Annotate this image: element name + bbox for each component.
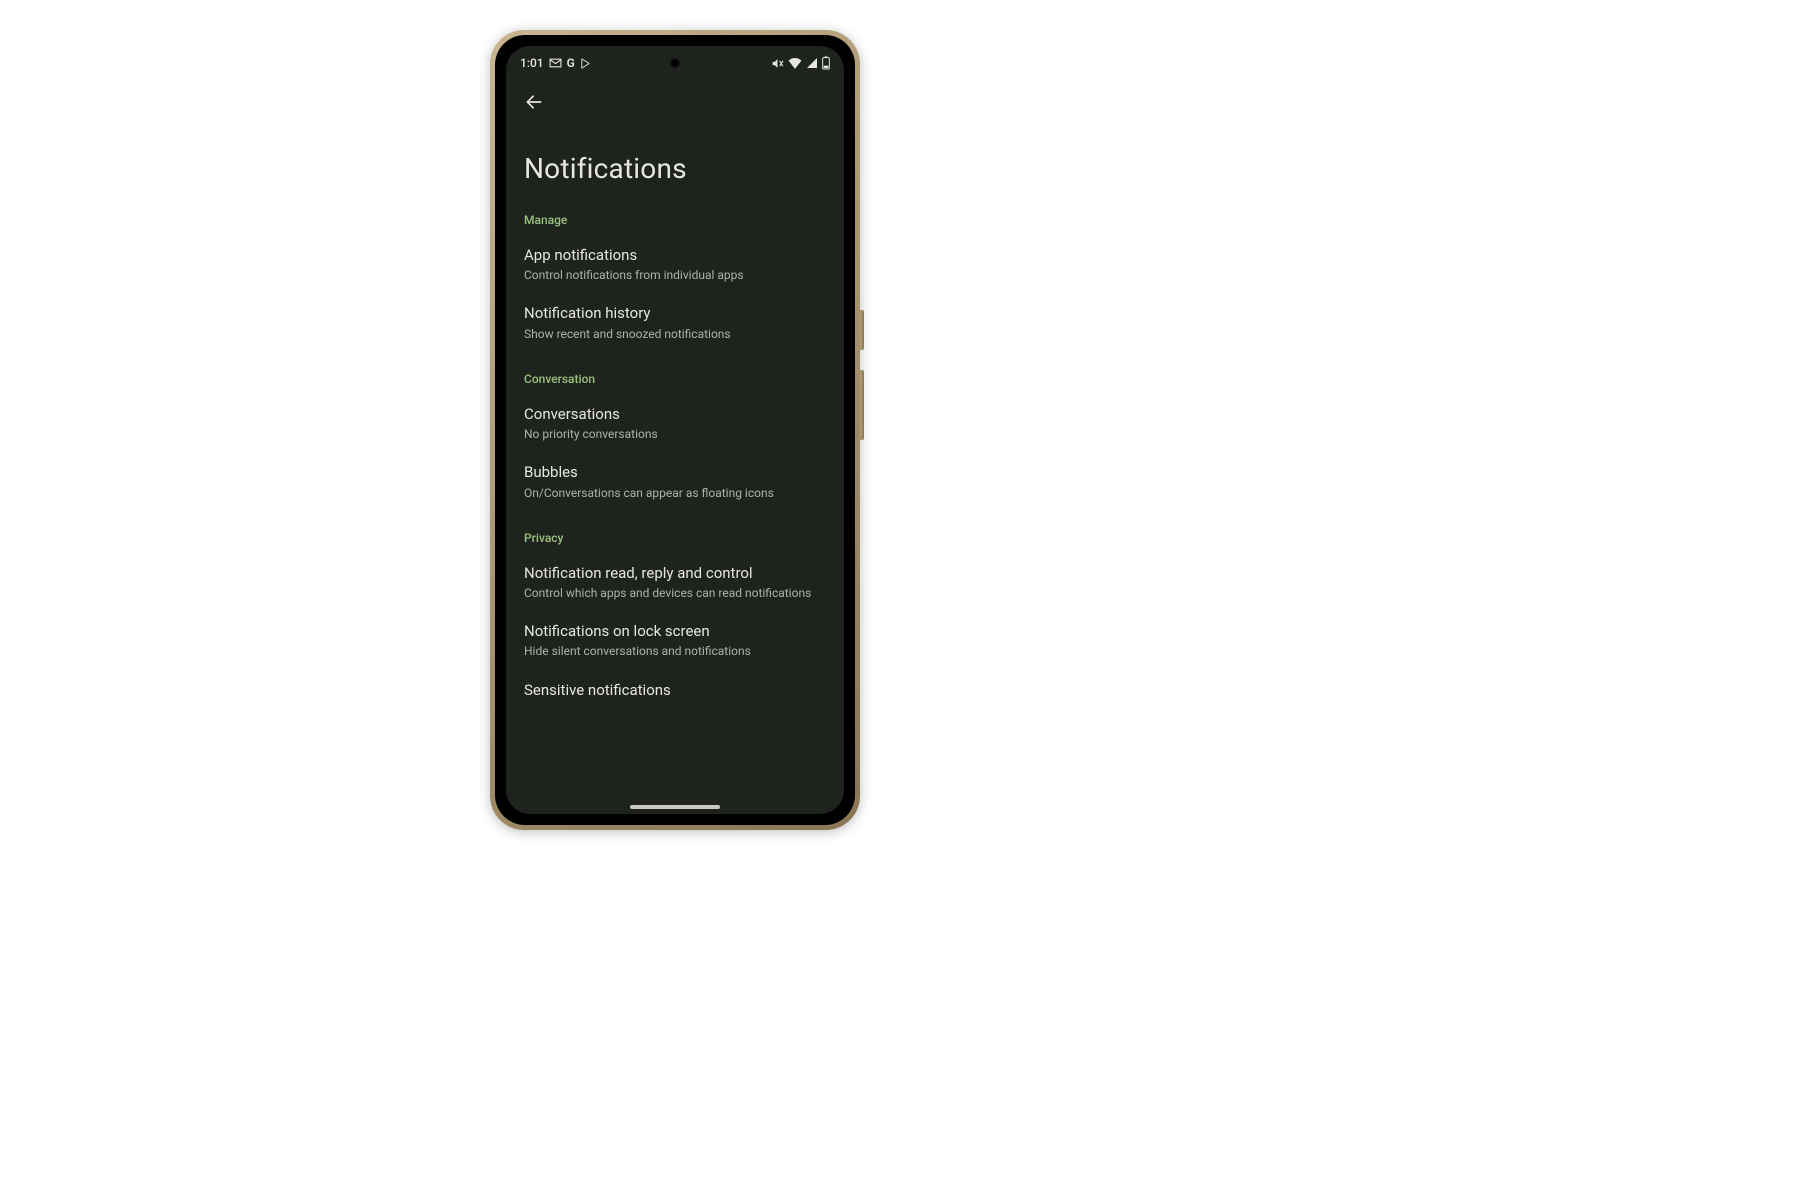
stage: 1:01 G bbox=[0, 0, 1800, 1200]
side-button-volume bbox=[860, 370, 864, 440]
play-icon bbox=[580, 58, 591, 69]
settings-content: Notifications Manage App notifications C… bbox=[506, 80, 844, 814]
phone-bezel: 1:01 G bbox=[495, 35, 855, 825]
gmail-icon bbox=[549, 58, 562, 68]
status-time: 1:01 bbox=[520, 56, 544, 70]
setting-notification-history[interactable]: Notification history Show recent and sno… bbox=[506, 293, 844, 351]
section-header-manage: Manage bbox=[506, 193, 844, 235]
setting-subtitle: Control notifications from individual ap… bbox=[524, 267, 826, 283]
setting-subtitle: Show recent and snoozed notifications bbox=[524, 326, 826, 342]
setting-title: Bubbles bbox=[524, 462, 826, 482]
setting-title: Conversations bbox=[524, 404, 826, 424]
setting-title: App notifications bbox=[524, 245, 826, 265]
setting-subtitle: Control which apps and devices can read … bbox=[524, 585, 826, 601]
battery-icon bbox=[822, 56, 830, 70]
setting-subtitle: No priority conversations bbox=[524, 426, 826, 442]
screen: 1:01 G bbox=[506, 46, 844, 814]
back-arrow-icon bbox=[524, 92, 544, 112]
status-left: 1:01 G bbox=[520, 56, 591, 70]
setting-title: Notification history bbox=[524, 303, 826, 323]
setting-notifications-on-lock-screen[interactable]: Notifications on lock screen Hide silent… bbox=[506, 611, 844, 669]
page-title: Notifications bbox=[506, 124, 844, 193]
setting-sensitive-notifications[interactable]: Sensitive notifications bbox=[506, 670, 844, 700]
google-icon: G bbox=[567, 56, 575, 70]
setting-bubbles[interactable]: Bubbles On/Conversations can appear as f… bbox=[506, 452, 844, 510]
status-right bbox=[771, 56, 830, 70]
section-header-privacy: Privacy bbox=[506, 511, 844, 553]
setting-title: Notifications on lock screen bbox=[524, 621, 826, 641]
side-button-power bbox=[860, 310, 864, 350]
setting-notification-read-reply-control[interactable]: Notification read, reply and control Con… bbox=[506, 553, 844, 611]
phone-frame: 1:01 G bbox=[490, 30, 860, 830]
signal-icon bbox=[806, 57, 818, 69]
mute-icon bbox=[771, 57, 784, 70]
wifi-icon bbox=[788, 57, 802, 69]
setting-subtitle: On/Conversations can appear as floating … bbox=[524, 485, 826, 501]
setting-app-notifications[interactable]: App notifications Control notifications … bbox=[506, 235, 844, 293]
app-bar bbox=[506, 80, 844, 124]
setting-title: Sensitive notifications bbox=[524, 680, 826, 700]
setting-title: Notification read, reply and control bbox=[524, 563, 826, 583]
back-button[interactable] bbox=[516, 84, 552, 120]
setting-subtitle: Hide silent conversations and notificati… bbox=[524, 643, 826, 659]
setting-conversations[interactable]: Conversations No priority conversations bbox=[506, 394, 844, 452]
section-header-conversation: Conversation bbox=[506, 352, 844, 394]
navigation-pill[interactable] bbox=[630, 805, 720, 809]
status-bar: 1:01 G bbox=[506, 46, 844, 80]
